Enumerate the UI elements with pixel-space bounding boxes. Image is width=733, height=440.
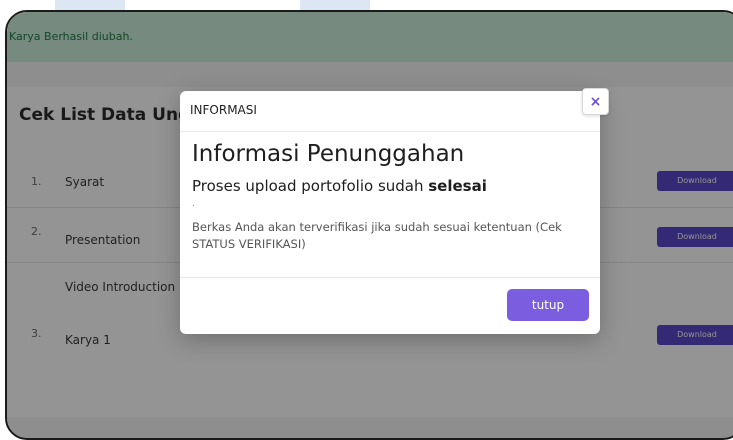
modal-subtitle-emphasis: selesai <box>428 177 487 195</box>
modal-subtitle-text: Proses upload portofolio sudah <box>192 177 429 195</box>
modal-header-title: INFORMASI <box>190 103 257 117</box>
modal-body-text: Berkas Anda akan terverifikasi jika suda… <box>192 220 562 251</box>
modal-footer-divider <box>180 277 600 278</box>
close-modal-button[interactable]: tutup <box>507 289 589 321</box>
close-icon[interactable]: × <box>582 88 609 115</box>
modal-dot: . <box>192 199 195 209</box>
modal-subtitle: Proses upload portofolio sudah selesai <box>192 177 487 195</box>
information-modal: INFORMASI Informasi Penunggahan Proses u… <box>180 91 600 334</box>
modal-header: INFORMASI <box>180 91 600 132</box>
modal-title: Informasi Penunggahan <box>192 141 465 167</box>
